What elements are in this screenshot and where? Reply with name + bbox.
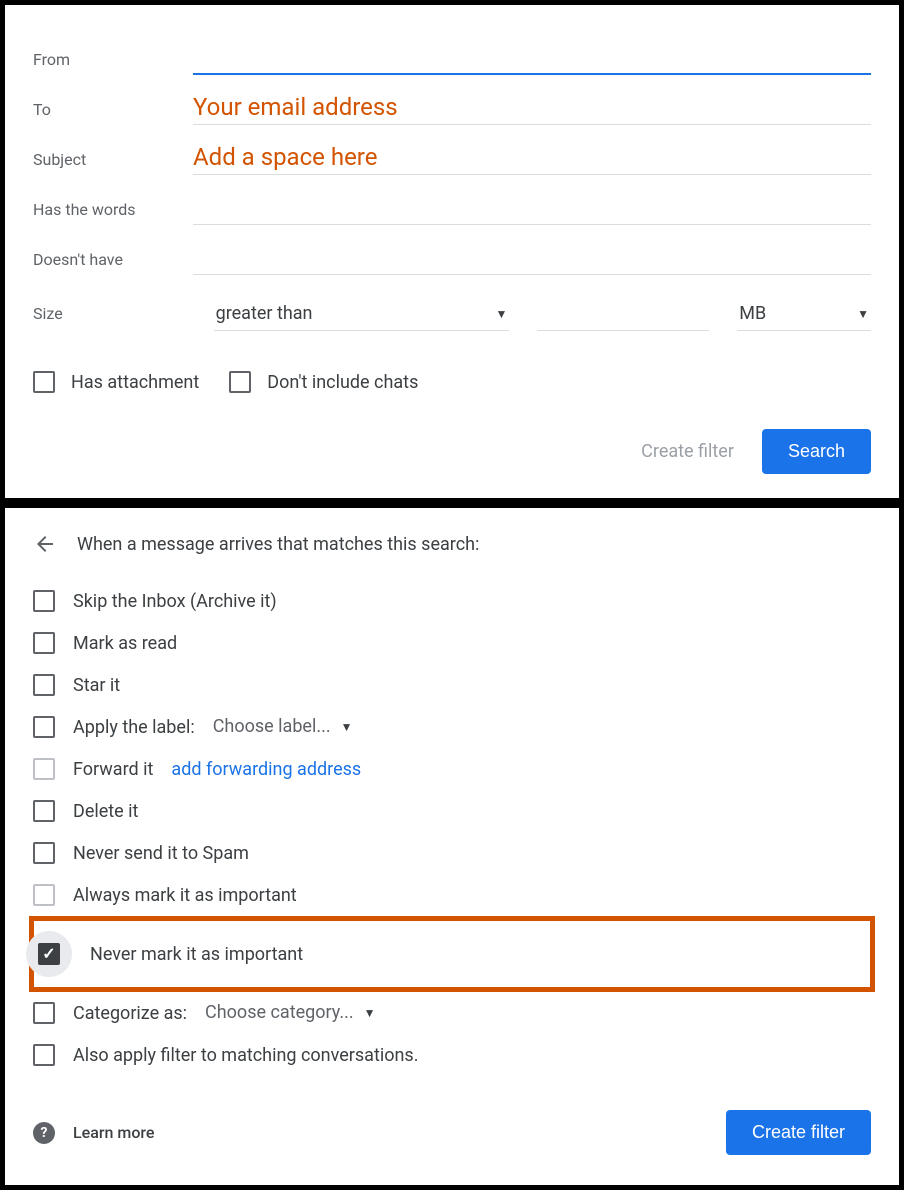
back-arrow-icon[interactable] <box>33 532 57 556</box>
skip-inbox-label: Skip the Inbox (Archive it) <box>73 591 277 612</box>
has-words-label: Has the words <box>33 200 193 225</box>
categorize-select-text: Choose category... <box>205 1002 354 1023</box>
apply-label-select-text: Choose label... <box>213 716 331 737</box>
create-filter-button[interactable]: Create filter <box>726 1110 871 1155</box>
categorize-label: Categorize as: <box>73 1003 187 1024</box>
forward-it-label: Forward it <box>73 759 153 780</box>
categorize-select[interactable]: Choose category... ▼ <box>205 1002 375 1024</box>
delete-it-item: Delete it <box>33 790 871 832</box>
checkbox-ripple <box>26 931 72 977</box>
doesnt-have-input[interactable] <box>193 243 871 275</box>
size-value-input[interactable] <box>537 318 709 331</box>
dropdown-icon: ▼ <box>857 307 869 321</box>
dont-include-chats-checkbox[interactable] <box>229 371 251 393</box>
doesnt-have-label: Doesn't have <box>33 250 193 275</box>
dropdown-icon: ▼ <box>496 307 508 321</box>
size-unit-select[interactable]: MB ▼ <box>737 297 871 331</box>
dropdown-icon: ▼ <box>341 720 353 734</box>
from-label: From <box>33 50 193 75</box>
filter-actions-panel: When a message arrives that matches this… <box>0 503 904 1190</box>
apply-label-checkbox[interactable] <box>33 716 55 738</box>
delete-it-checkbox[interactable] <box>33 800 55 822</box>
from-input[interactable] <box>193 42 871 75</box>
also-apply-item: Also apply filter to matching conversati… <box>33 1034 871 1076</box>
create-filter-link[interactable]: Create filter <box>641 441 734 462</box>
dont-include-chats-item: Don't include chats <box>229 371 418 393</box>
help-icon[interactable]: ? <box>33 1122 55 1144</box>
skip-inbox-item: Skip the Inbox (Archive it) <box>33 580 871 622</box>
to-row: To Your email address <box>33 75 871 125</box>
has-attachment-checkbox[interactable] <box>33 371 55 393</box>
skip-inbox-checkbox[interactable] <box>33 590 55 612</box>
mark-read-item: Mark as read <box>33 622 871 664</box>
has-attachment-label: Has attachment <box>71 372 199 393</box>
size-row: Size greater than ▼ MB ▼ <box>33 275 871 331</box>
from-row: From <box>33 25 871 75</box>
delete-it-label: Delete it <box>73 801 138 822</box>
apply-label-select[interactable]: Choose label... ▼ <box>213 716 353 738</box>
filter-search-panel: From To Your email address Subject Add a… <box>0 0 904 503</box>
footer-left: ? Learn more <box>33 1122 154 1144</box>
star-it-label: Star it <box>73 675 120 696</box>
never-important-highlight: Never mark it as important <box>29 916 875 992</box>
star-it-checkbox[interactable] <box>33 674 55 696</box>
categorize-checkbox[interactable] <box>33 1002 55 1024</box>
filter-header-text: When a message arrives that matches this… <box>77 534 479 555</box>
mark-read-label: Mark as read <box>73 633 177 654</box>
search-button[interactable]: Search <box>762 429 871 474</box>
never-important-label: Never mark it as important <box>90 944 303 965</box>
categorize-item: Categorize as: Choose category... ▼ <box>33 992 871 1034</box>
also-apply-checkbox[interactable] <box>33 1044 55 1066</box>
subject-label: Subject <box>33 150 193 175</box>
size-unit-value: MB <box>739 303 766 324</box>
mark-read-checkbox[interactable] <box>33 632 55 654</box>
subject-row: Subject Add a space here <box>33 125 871 175</box>
also-apply-label: Also apply filter to matching conversati… <box>73 1045 418 1066</box>
size-operator-select[interactable]: greater than ▼ <box>214 297 510 331</box>
always-important-label: Always mark it as important <box>73 885 297 906</box>
forward-it-checkbox <box>33 758 55 780</box>
doesnt-have-row: Doesn't have <box>33 225 871 275</box>
never-spam-item: Never send it to Spam <box>33 832 871 874</box>
filter-header-row: When a message arrives that matches this… <box>33 532 871 556</box>
search-actions-row: Create filter Search <box>33 429 871 474</box>
has-words-input[interactable] <box>193 193 871 225</box>
has-attachment-item: Has attachment <box>33 371 199 393</box>
subject-input[interactable] <box>193 143 871 175</box>
star-it-item: Star it <box>33 664 871 706</box>
forward-it-item: Forward it add forwarding address <box>33 748 871 790</box>
learn-more-link[interactable]: Learn more <box>73 1123 154 1142</box>
never-spam-label: Never send it to Spam <box>73 843 249 864</box>
always-important-item: Always mark it as important <box>33 874 871 916</box>
size-label: Size <box>33 304 186 331</box>
add-forwarding-address-link[interactable]: add forwarding address <box>171 759 361 780</box>
dropdown-icon: ▼ <box>364 1006 376 1020</box>
size-operator-value: greater than <box>216 303 313 324</box>
checkbox-row: Has attachment Don't include chats <box>33 371 871 393</box>
always-important-checkbox <box>33 884 55 906</box>
dont-include-chats-label: Don't include chats <box>267 372 418 393</box>
never-important-checkbox[interactable] <box>38 943 60 965</box>
never-important-item: Never mark it as important <box>38 927 866 981</box>
to-input[interactable] <box>193 93 871 125</box>
to-label: To <box>33 100 193 125</box>
apply-label-label: Apply the label: <box>73 717 195 738</box>
has-words-row: Has the words <box>33 175 871 225</box>
filter-footer-row: ? Learn more Create filter <box>33 1110 871 1155</box>
never-spam-checkbox[interactable] <box>33 842 55 864</box>
apply-label-item: Apply the label: Choose label... ▼ <box>33 706 871 748</box>
